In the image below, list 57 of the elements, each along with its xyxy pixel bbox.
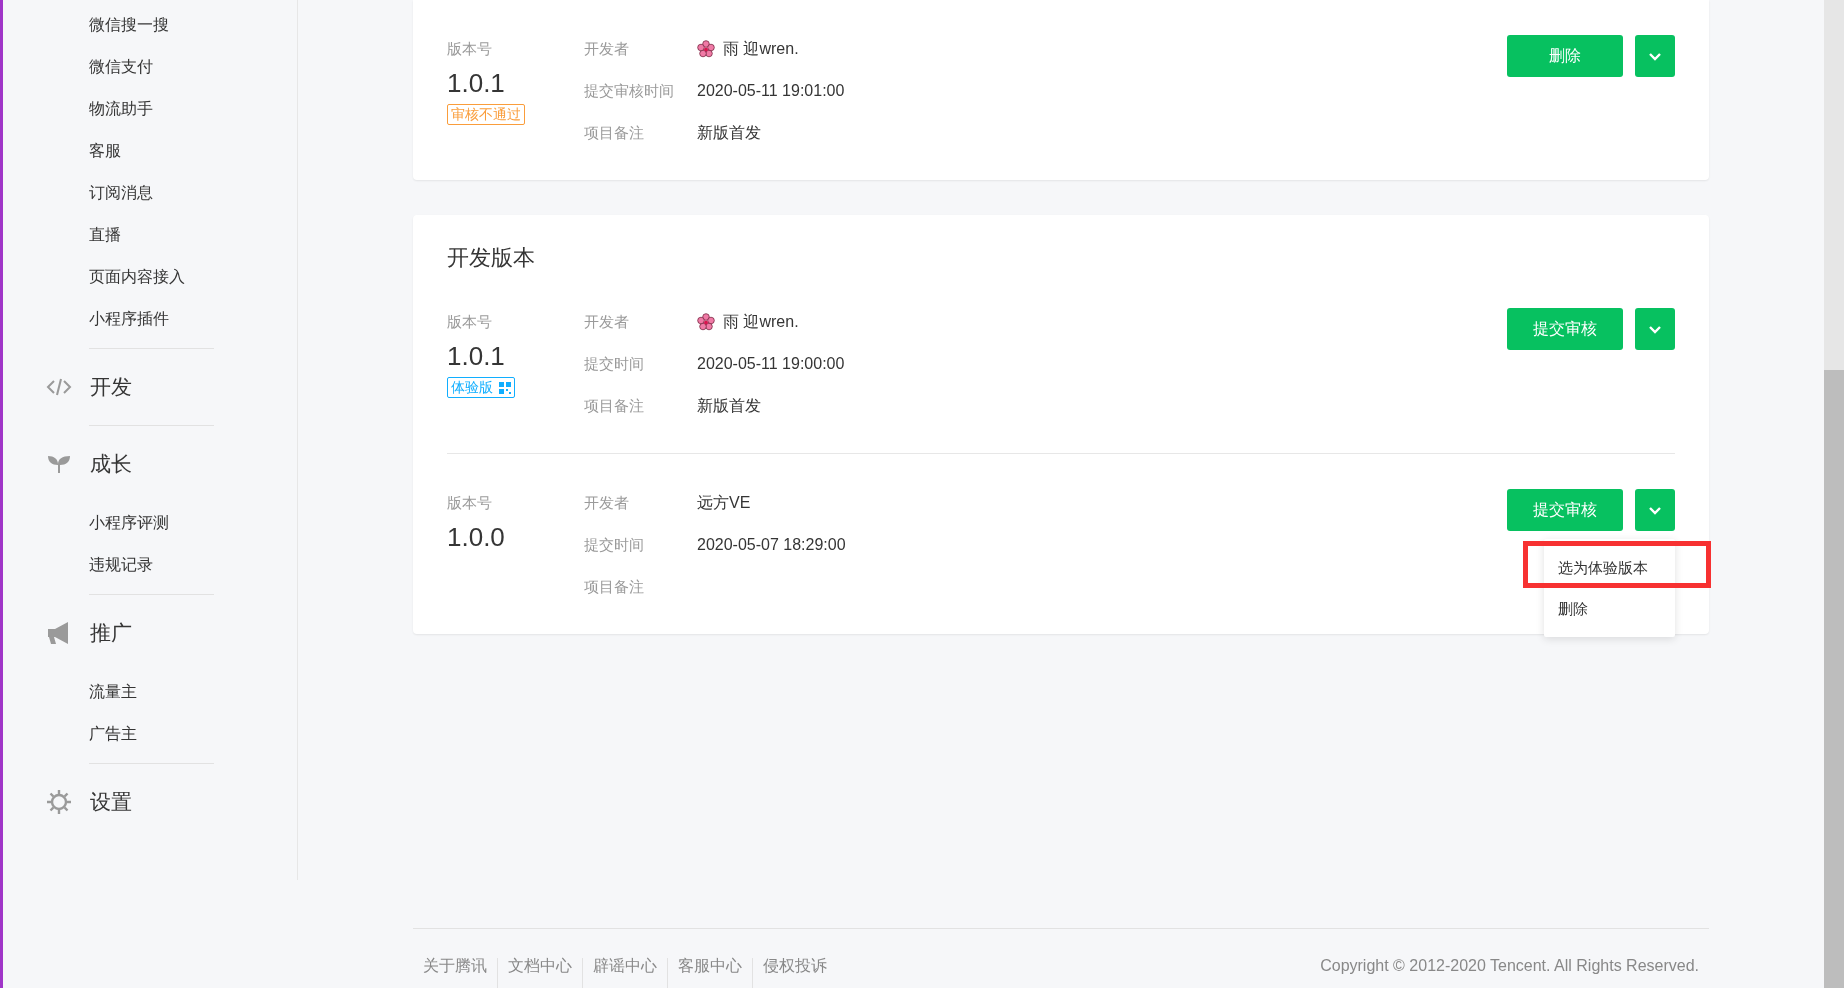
field-value: 新版首发	[697, 395, 761, 416]
field-label: 提交时间	[584, 535, 645, 555]
code-icon	[46, 377, 72, 397]
chevron-down-icon	[1648, 51, 1662, 61]
flower-avatar-icon	[697, 313, 715, 331]
chevron-down-icon	[1648, 505, 1662, 515]
flower-avatar-icon	[697, 40, 715, 58]
field-label: 开发者	[584, 493, 630, 513]
card-title: 开发版本	[446, 244, 536, 272]
field-label: 提交时间	[584, 354, 645, 374]
sidebar-section[interactable]: 设置	[90, 788, 132, 816]
copyright-text: Copyright © 2012-2020 Tencent. All Rights Reserved.	[1320, 956, 1699, 976]
sidebar-item[interactable]: 页面内容接入	[3, 256, 297, 298]
menu-item[interactable]: 选为体验版本	[1544, 547, 1675, 588]
sprout-icon	[47, 453, 71, 475]
version-label: 版本号	[447, 312, 493, 332]
sidebar-item[interactable]: 直播	[3, 214, 297, 256]
sidebar-item[interactable]: 广告主	[3, 713, 297, 755]
qr-code-icon	[499, 381, 511, 394]
version-label: 版本号	[447, 493, 493, 513]
dropdown-button[interactable]	[1635, 489, 1675, 531]
sidebar-section[interactable]: 推广	[90, 619, 132, 647]
field-value: 远方VE	[697, 492, 751, 513]
footer-link[interactable]: 辟谣中心	[582, 958, 667, 988]
status-tag: 审核不通过	[447, 104, 525, 125]
field-label: 项目备注	[584, 577, 645, 597]
sidebar-item[interactable]: 小程序评测	[3, 502, 297, 544]
dropdown-button[interactable]	[1635, 35, 1675, 77]
field-label: 开发者	[584, 39, 630, 59]
field-label: 开发者	[584, 312, 630, 332]
version-number: 1.0.1	[447, 68, 506, 98]
field-value: 2020-05-07 18:29:00	[697, 536, 846, 554]
sidebar-item[interactable]: 违规记录	[3, 544, 297, 586]
sidebar-item[interactable]: 订阅消息	[3, 172, 297, 214]
field-value: 新版首发	[697, 122, 761, 143]
field-label: 项目备注	[584, 396, 645, 416]
version-number: 1.0.0	[447, 522, 506, 552]
field-label: 项目备注	[584, 123, 645, 143]
chevron-down-icon	[1648, 324, 1662, 334]
menu-item[interactable]: 删除	[1544, 588, 1675, 629]
sidebar-item[interactable]: 客服	[3, 130, 297, 172]
sidebar-item[interactable]: 小程序插件	[3, 298, 297, 340]
version-label: 版本号	[447, 39, 493, 59]
settings-icon	[46, 789, 72, 815]
field-value: 2020-05-11 19:01:00	[697, 82, 845, 100]
field-value: 2020-05-11 19:00:00	[697, 355, 845, 373]
sidebar-section[interactable]: 成长	[90, 450, 132, 478]
field-label: 提交审核时间	[584, 81, 675, 101]
dropdown-button[interactable]	[1635, 308, 1675, 350]
field-value: 雨 迎wren.	[723, 38, 799, 59]
sidebar-item[interactable]: 物流助手	[3, 88, 297, 130]
field-value: 雨 迎wren.	[723, 311, 799, 332]
sidebar-item[interactable]: 微信支付	[3, 46, 297, 88]
sidebar-item[interactable]: 流量主	[3, 671, 297, 713]
version-number: 1.0.1	[447, 341, 506, 371]
sidebar-section[interactable]: 开发	[90, 373, 132, 401]
sidebar-item[interactable]: 微信搜一搜	[3, 4, 297, 46]
